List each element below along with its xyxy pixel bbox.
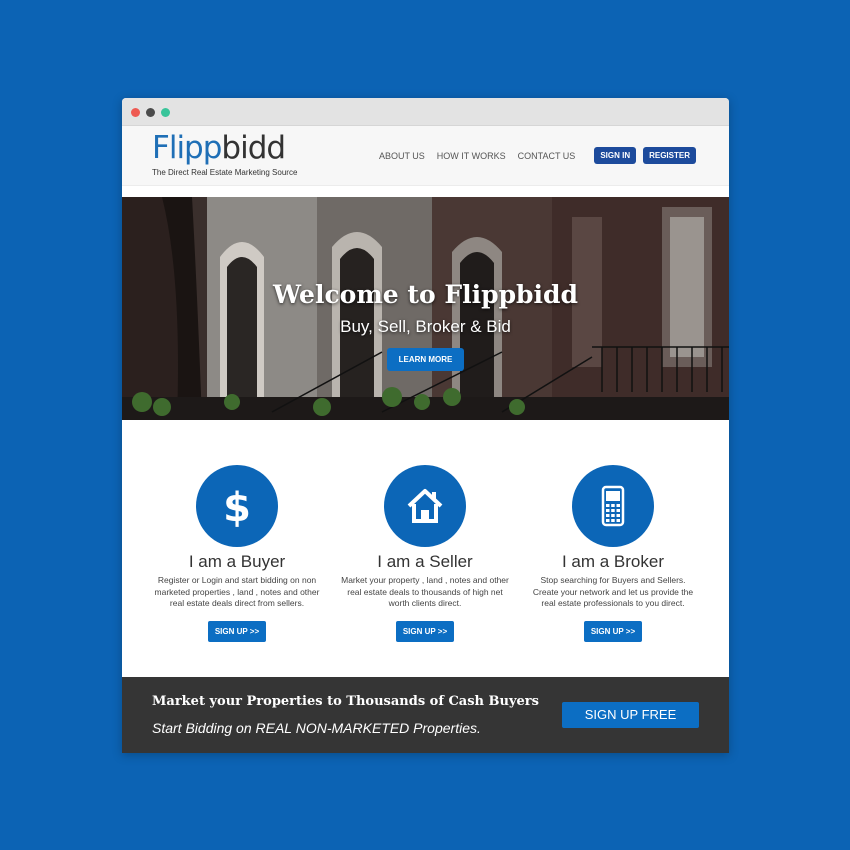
main-nav: ABOUT US HOW IT WORKS CONTACT US SIGN IN… <box>379 147 696 164</box>
cta-banner: Market your Properties to Thousands of C… <box>122 677 729 753</box>
cta-title: Market your Properties to Thousands of C… <box>152 694 539 709</box>
features-section: $ I am a Buyer Register or Login and sta… <box>122 420 729 677</box>
window-titlebar <box>122 98 729 126</box>
house-icon <box>407 489 443 523</box>
learn-more-button[interactable]: LEARN MORE <box>387 348 464 371</box>
hero-subtitle: Buy, Sell, Broker & Bid <box>340 317 511 336</box>
feature-broker: I am a Broker Stop searching for Buyers … <box>523 465 703 642</box>
seller-sign-up-button[interactable]: SIGN UP >> <box>395 620 455 642</box>
tagline: The Direct Real Estate Marketing Source <box>152 168 298 177</box>
seller-description: Market your property , land , notes and … <box>341 575 509 608</box>
nav-how-it-works[interactable]: HOW IT WORKS <box>437 151 506 161</box>
buyer-icon-circle: $ <box>196 465 278 547</box>
broker-description: Stop searching for Buyers and Sellers. C… <box>532 575 694 608</box>
broker-sign-up-button[interactable]: SIGN UP >> <box>583 620 643 642</box>
mobile-phone-icon <box>601 485 625 527</box>
seller-title: I am a Seller <box>377 552 473 571</box>
logo-part1: Flipp <box>152 130 222 166</box>
logo[interactable]: Flippbidd <box>152 129 286 167</box>
site-header: Flippbidd The Direct Real Estate Marketi… <box>122 126 729 186</box>
hero-banner: Welcome to Flippbidd Buy, Sell, Broker &… <box>122 197 729 420</box>
buyer-sign-up-button[interactable]: SIGN UP >> <box>207 620 267 642</box>
nav-contact-us[interactable]: CONTACT US <box>518 151 576 161</box>
cta-subtitle: Start Bidding on REAL NON-MARKETED Prope… <box>152 720 481 736</box>
seller-icon-circle <box>384 465 466 547</box>
sign-in-button[interactable]: SIGN IN <box>594 147 637 164</box>
broker-title: I am a Broker <box>561 552 665 571</box>
feature-seller: I am a Seller Market your property , lan… <box>335 465 515 642</box>
minimize-window-dot[interactable] <box>146 108 155 117</box>
close-window-dot[interactable] <box>131 108 140 117</box>
dollar-icon: $ <box>223 485 251 531</box>
broker-icon-circle <box>572 465 654 547</box>
buyer-description: Register or Login and start bidding on n… <box>154 575 320 608</box>
maximize-window-dot[interactable] <box>161 108 170 117</box>
register-button[interactable]: REGISTER <box>643 147 696 164</box>
browser-window: Flippbidd The Direct Real Estate Marketi… <box>122 98 729 753</box>
feature-buyer: $ I am a Buyer Register or Login and sta… <box>147 465 327 642</box>
logo-part2: bidd <box>221 130 286 166</box>
buyer-title: I am a Buyer <box>188 552 286 571</box>
svg-text:$: $ <box>223 485 251 531</box>
nav-about-us[interactable]: ABOUT US <box>379 151 425 161</box>
sign-up-free-button[interactable]: SIGN UP FREE <box>562 702 699 728</box>
hero-title: Welcome to Flippbidd <box>273 280 578 309</box>
